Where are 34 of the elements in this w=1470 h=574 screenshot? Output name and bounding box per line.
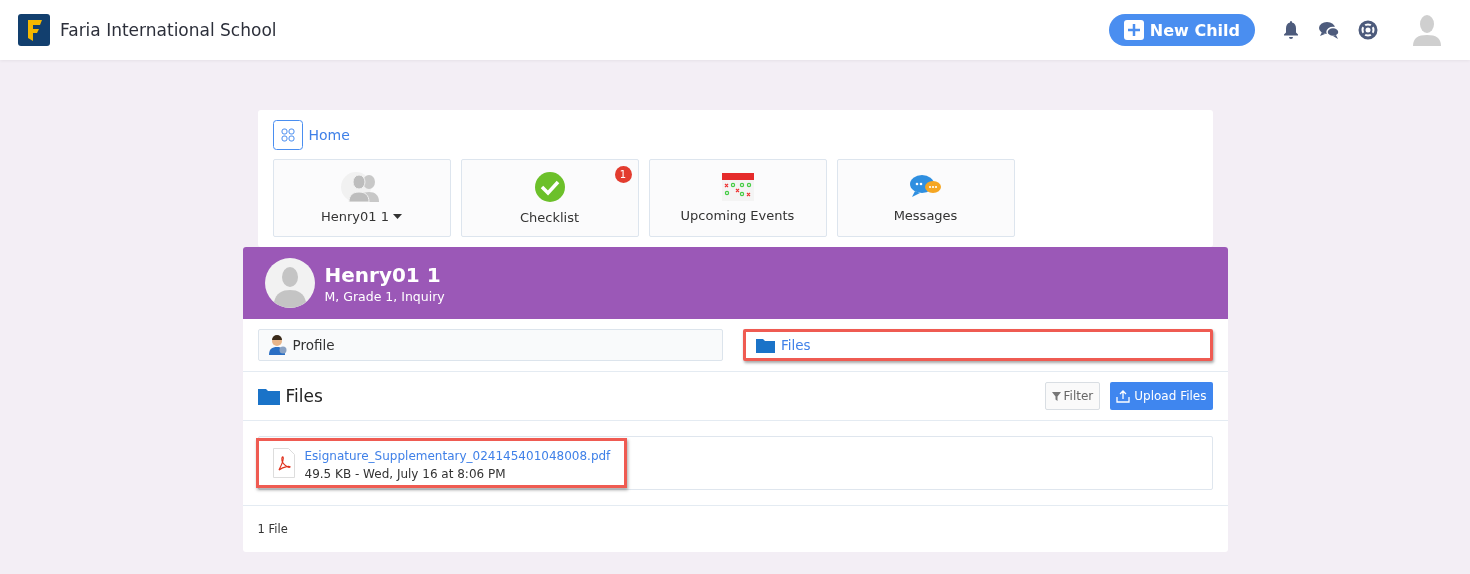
person-icon <box>268 335 287 355</box>
bell-icon[interactable] <box>1282 20 1300 40</box>
folder-icon <box>257 387 280 405</box>
checkmark-icon <box>533 171 566 203</box>
logo-icon <box>18 14 50 46</box>
student-name: Henry01 1 <box>324 262 442 287</box>
section-tab[interactable]: Profile <box>257 329 723 361</box>
nav-tile[interactable]: Henry01 1 <box>272 159 451 237</box>
school-name: Faria International School <box>60 20 277 40</box>
file-count: 1 File <box>256 521 289 538</box>
student-details: M, Grade 1, Inquiry <box>324 288 445 304</box>
avatar-icon <box>264 258 315 308</box>
nav-tile[interactable]: Upcoming Events <box>648 159 827 237</box>
section-tab[interactable]: Files <box>743 329 1213 361</box>
plus-icon <box>1123 20 1144 40</box>
upload-files-button[interactable]: Upload Files <box>1110 382 1213 410</box>
chat-icon[interactable] <box>1318 20 1340 40</box>
filter-icon <box>1051 391 1061 401</box>
file-meta: 49.5 KB - Wed, July 16 at 8:06 PM <box>304 467 507 481</box>
upload-icon <box>1116 389 1131 403</box>
notification-badge: 1 <box>614 166 632 183</box>
nav-tile[interactable]: Messages <box>836 159 1015 237</box>
nav-tile[interactable]: Checklist 1 <box>460 159 639 237</box>
grid-icon[interactable] <box>272 120 303 150</box>
lifebuoy-icon[interactable] <box>1358 20 1378 40</box>
pdf-file-icon <box>272 448 295 478</box>
files-heading: Files <box>285 386 323 406</box>
caret-icon <box>393 214 402 219</box>
calendar-icon <box>721 173 754 201</box>
home-link[interactable]: Home <box>308 127 350 143</box>
new-child-button[interactable]: New Child <box>1108 14 1255 46</box>
folder-icon <box>756 337 775 353</box>
filter-button[interactable]: Filter <box>1044 382 1101 410</box>
file-link[interactable]: Esignature_Supplementary_024145401048008.pdf <box>304 449 611 463</box>
